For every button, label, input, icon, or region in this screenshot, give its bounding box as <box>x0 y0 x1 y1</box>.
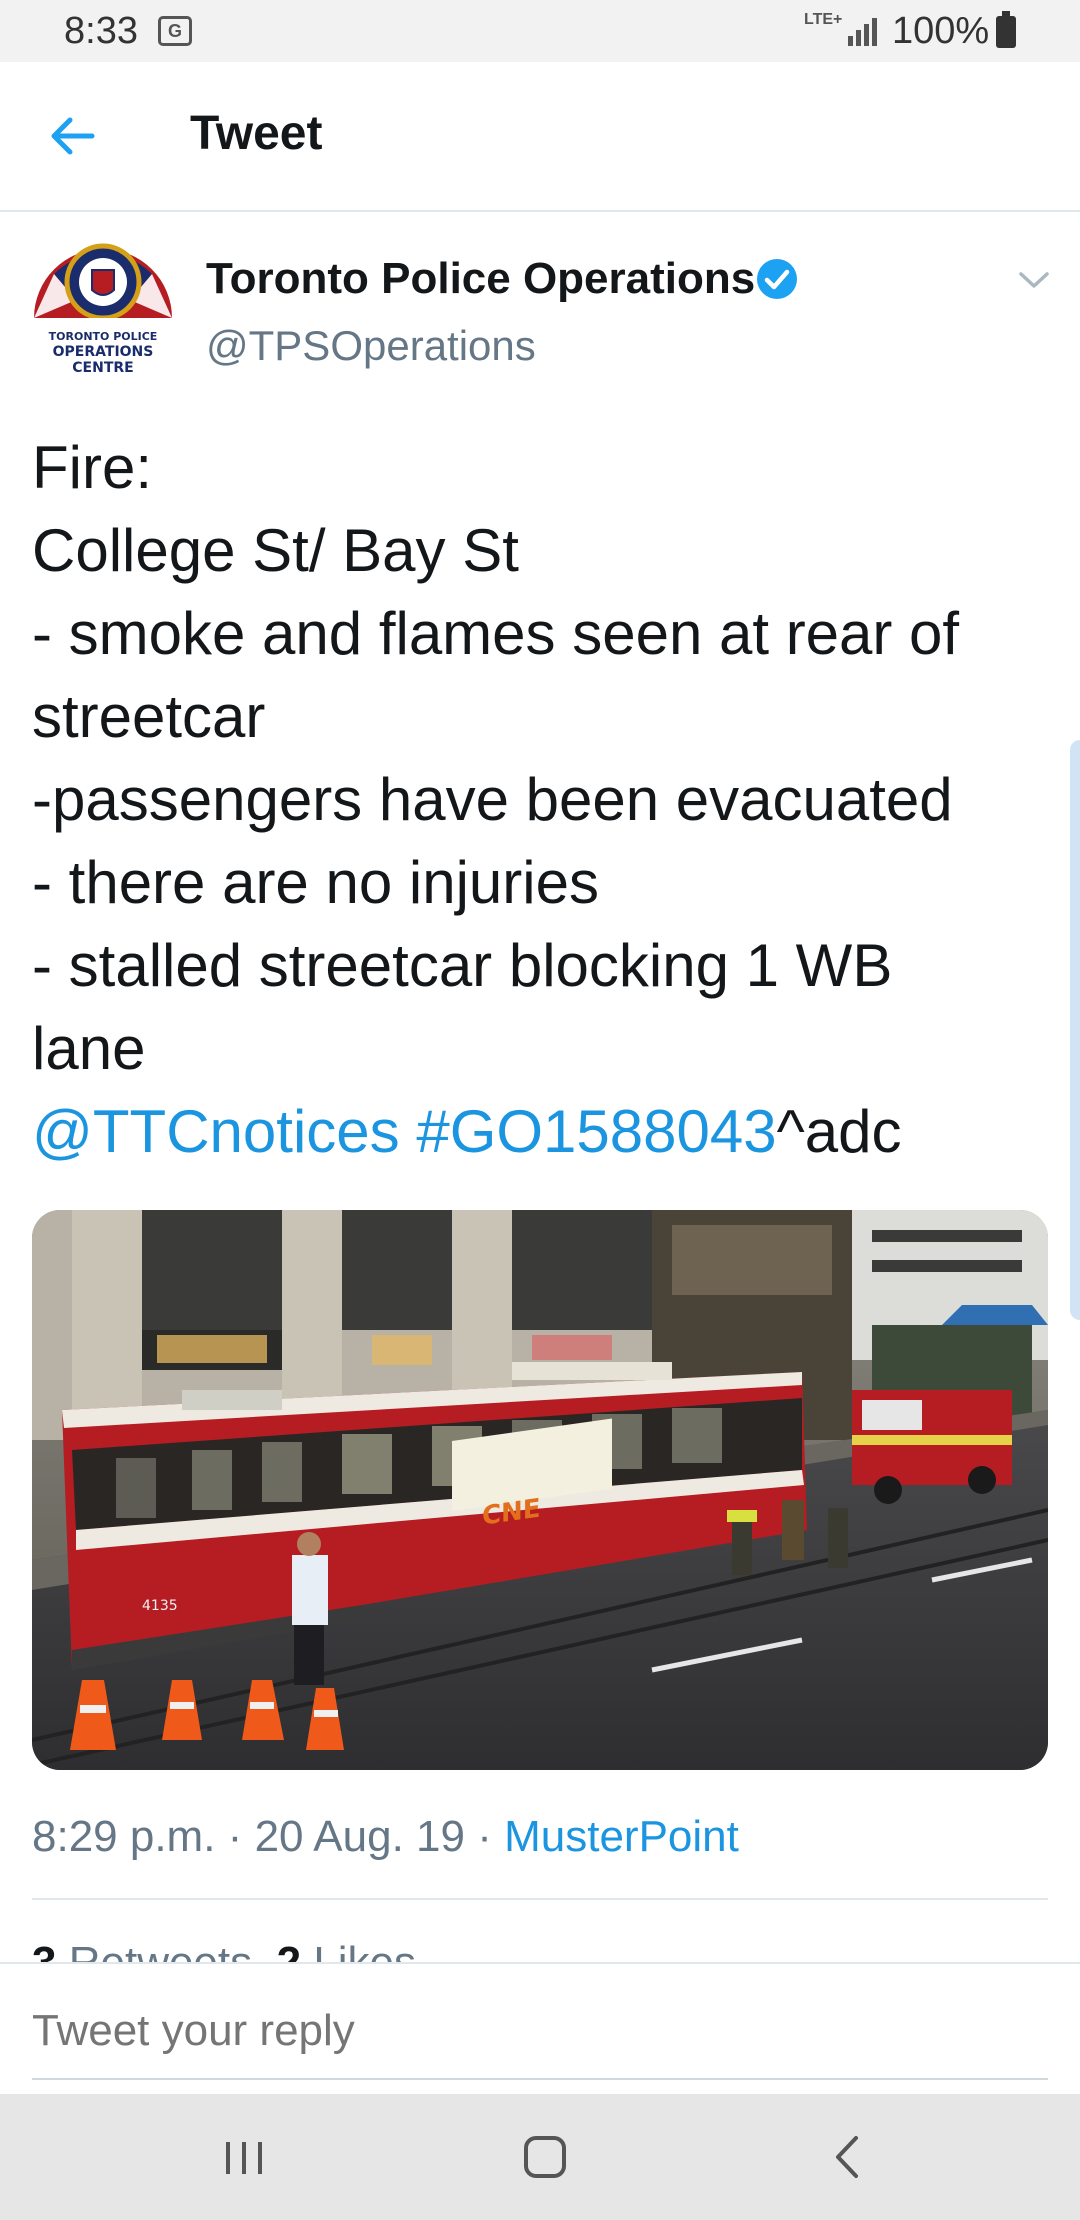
tweet-source-link[interactable]: MusterPoint <box>504 1812 739 1861</box>
app-header: Tweet <box>0 62 1080 212</box>
separator: · <box>227 1812 243 1861</box>
reply-bar <box>0 1962 1080 2096</box>
author-name[interactable]: Toronto Police Operations <box>206 254 755 304</box>
separator: · <box>477 1812 492 1861</box>
home-icon[interactable] <box>522 2134 568 2180</box>
tweet-line: - smoke and flames seen at rear of <box>32 600 960 667</box>
author-handle[interactable]: @TPSOperations <box>206 322 536 370</box>
tweet-suffix: ^adc <box>776 1098 902 1165</box>
back-arrow-icon[interactable] <box>44 108 100 164</box>
battery-percent: 100% <box>892 10 990 52</box>
signal-icon <box>848 18 877 46</box>
verified-badge-icon <box>757 259 797 299</box>
mention-link[interactable]: @TTCnotices <box>32 1098 400 1165</box>
scrollbar[interactable] <box>1070 740 1080 1320</box>
system-back-icon[interactable] <box>832 2134 862 2180</box>
divider <box>32 1898 1048 1900</box>
avatar-text-line-2: OPERATIONS <box>53 344 154 360</box>
tweet-line: - stalled streetcar blocking 1 WB <box>32 932 893 999</box>
tweet-line: lane <box>32 1015 146 1082</box>
avatar[interactable]: TORONTO POLICE OPERATIONS CENTRE <box>30 240 176 380</box>
tweet-media-image[interactable]: CNE 4135 <box>32 1210 1048 1770</box>
tweet-line: Fire: <box>32 434 152 501</box>
tweet-meta: 8:29 p.m. · 20 Aug. 19 · MusterPoint <box>32 1812 739 1862</box>
tweet-last-line: @TTCnotices #GO1588043^adc <box>32 1090 1062 1173</box>
tweet-text: Fire: College St/ Bay St - smoke and fla… <box>32 426 1062 1173</box>
network-type: LTE+ <box>804 11 843 28</box>
system-nav-bar <box>0 2094 1080 2220</box>
chevron-down-icon[interactable] <box>1016 266 1052 294</box>
status-bar: 8:33 G LTE+ 100% <box>0 0 1080 62</box>
tweet-time: 8:29 p.m. <box>32 1812 216 1861</box>
recent-apps-icon[interactable] <box>220 2138 268 2178</box>
reply-underline <box>32 2078 1048 2080</box>
status-time: 8:33 <box>64 10 138 52</box>
reply-input[interactable] <box>32 2006 1032 2056</box>
avatar-text-line-1: TORONTO POLICE <box>49 330 158 343</box>
tweet-line: streetcar <box>32 683 266 750</box>
avatar-text-line-3: CENTRE <box>72 360 133 376</box>
hashtag-link[interactable]: #GO1588043 <box>416 1098 776 1165</box>
tweet-line: College St/ Bay St <box>32 517 519 584</box>
battery-icon <box>996 11 1016 48</box>
tweet-line: -passengers have been evacuated <box>32 766 953 833</box>
page-title: Tweet <box>190 107 323 160</box>
tweet-line: - there are no injuries <box>32 849 599 916</box>
streetcar-number: 4135 <box>142 1598 178 1614</box>
tweet-date: 20 Aug. 19 <box>254 1812 465 1861</box>
translate-icon: G <box>158 16 192 46</box>
